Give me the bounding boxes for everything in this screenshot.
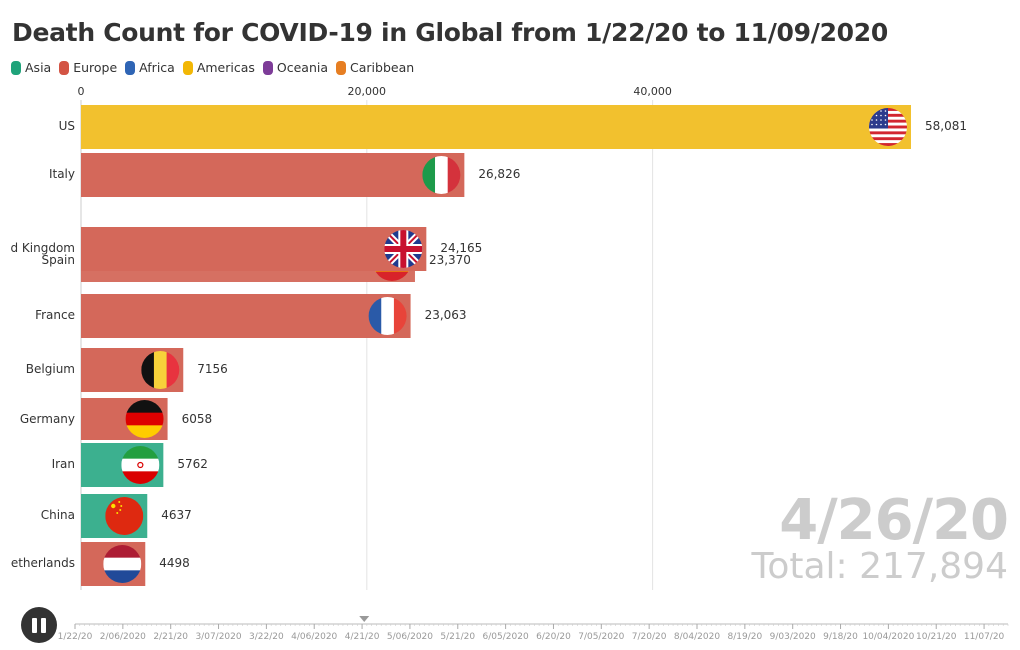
timeline-label: 5/21/20 [440, 632, 475, 642]
bar-category-label: etherlands [11, 556, 75, 570]
bar-value-label: 58,081 [925, 119, 967, 133]
bar-value-label: 24,165 [440, 241, 482, 255]
timeline-label: 2/06/2020 [100, 632, 146, 642]
timeline-label: 4/21/20 [345, 632, 380, 642]
bar-group-belgium: Belgium 7156 [26, 348, 228, 392]
bar-category-label: d Kingdom [10, 241, 75, 255]
x-tick-label: 20,000 [348, 85, 387, 98]
bar-value-label: 4637 [161, 508, 192, 522]
timeline-label: 7/05/2020 [578, 632, 624, 642]
bar-group-france: France 23,063 [35, 294, 467, 338]
timeline-label: 11/07/20 [964, 632, 1005, 642]
total-count: Total: 217,894 [751, 546, 1008, 587]
bar-value-label: 7156 [197, 362, 228, 376]
current-date: 4/26/20 [779, 488, 1009, 553]
bar [81, 227, 427, 271]
bar-category-label: Germany [20, 412, 75, 426]
bar-category-label: Iran [52, 457, 75, 471]
timeline-handle[interactable] [359, 616, 370, 622]
timeline-label: 2/21/20 [153, 632, 188, 642]
bar-category-label: China [41, 508, 75, 522]
bar [81, 294, 411, 338]
bar-group-italy: Italy 26,826 [49, 153, 520, 197]
x-tick-label: 40,000 [633, 85, 672, 98]
timeline-label: 7/20/20 [632, 632, 667, 642]
timeline-label: 3/22/20 [249, 632, 284, 642]
timeline-label: 1/22/20 [58, 632, 93, 642]
timeline-slider[interactable]: 1/22/20 2/06/2020 2/21/20 3/07/2020 3/22/20 4… [0, 610, 1020, 650]
timeline-label: 4/06/2020 [291, 632, 337, 642]
timeline-label: 9/18/20 [823, 632, 858, 642]
bar-category-label: Belgium [26, 362, 75, 376]
timeline-label: 5/06/2020 [387, 632, 433, 642]
bar-value-label: 23,063 [425, 308, 467, 322]
us-flag-icon [869, 108, 907, 146]
timeline-label: 3/07/2020 [195, 632, 241, 642]
bar-category-label: Italy [49, 167, 75, 181]
timeline-label: 6/20/20 [536, 632, 571, 642]
bar-category-label: US [59, 119, 75, 133]
bar [81, 105, 911, 149]
bar-value-label: 26,826 [478, 167, 520, 181]
timeline-label: 10/04/2020 [862, 632, 914, 642]
bar-group-us: US 58,081 [59, 105, 967, 149]
bar-group-iran: Iran 5762 [52, 443, 208, 487]
bar-group-germany: Germany 6058 [20, 398, 212, 440]
bar-group-united-kingdom: d Kingdom 24,165 [10, 227, 482, 271]
bar-group-netherlands: etherlands 4498 [11, 542, 190, 586]
bar-value-label: 5762 [177, 457, 208, 471]
timeline-label: 6/05/2020 [483, 632, 529, 642]
x-tick-label: 0 [78, 85, 85, 98]
uk-flag-icon [384, 230, 423, 268]
bar-value-label: 23,370 [429, 253, 471, 267]
bar-value-label: 6058 [182, 412, 213, 426]
bar-value-label: 4498 [159, 556, 190, 570]
bar-group-china: China 4637 [41, 494, 192, 538]
china-flag-icon [105, 497, 144, 535]
bar-category-label: France [35, 308, 75, 322]
timeline-label: 9/03/2020 [770, 632, 816, 642]
bar-category-label: Spain [41, 253, 75, 267]
bar [81, 153, 465, 197]
timeline-label: 10/21/20 [916, 632, 957, 642]
timeline-label: 8/04/2020 [674, 632, 720, 642]
timeline-label: 8/19/20 [727, 632, 762, 642]
